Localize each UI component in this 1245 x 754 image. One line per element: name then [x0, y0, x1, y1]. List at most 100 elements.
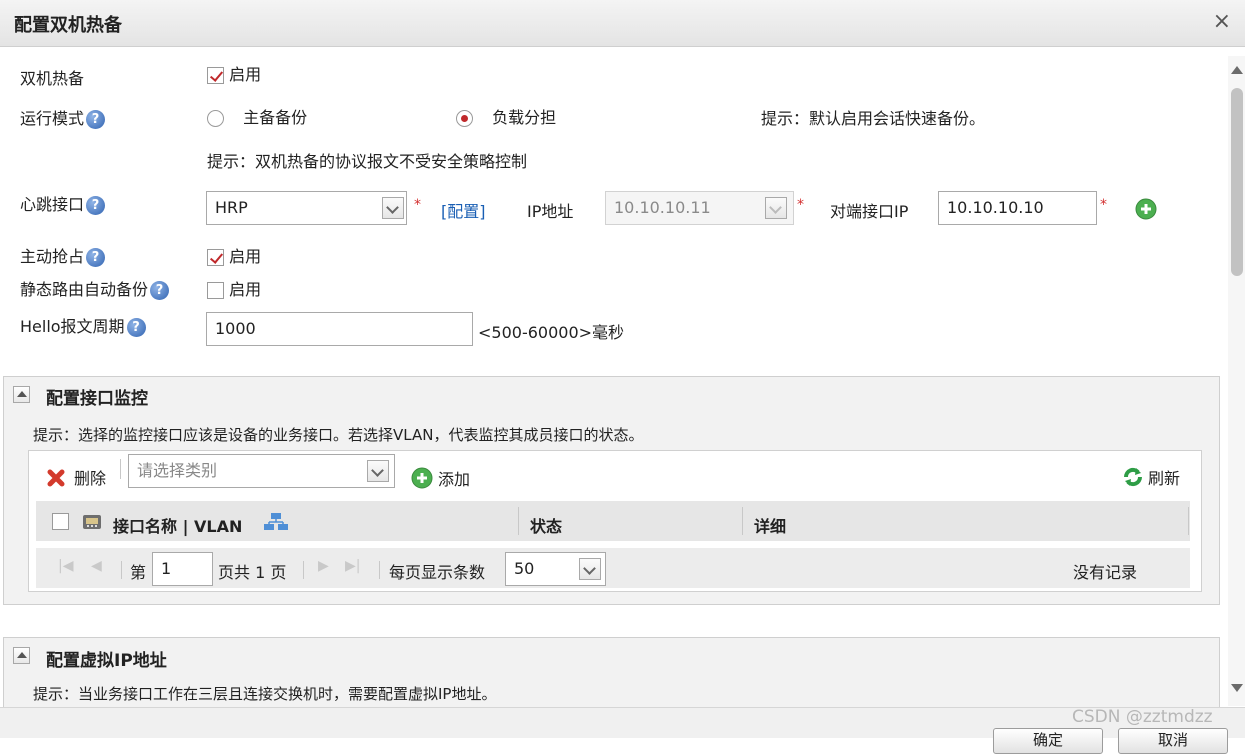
category-select[interactable]: 请选择类别: [128, 454, 395, 488]
refresh-button[interactable]: 刷新: [1148, 465, 1180, 489]
hello-period-input[interactable]: 1000: [206, 312, 473, 346]
column-divider: [518, 507, 519, 535]
delete-button[interactable]: 删除: [74, 465, 106, 489]
hot-standby-label: 双机热备: [20, 69, 85, 88]
interface-monitor-title: 配置接口监控: [46, 389, 148, 409]
static-route-backup-label-text: 静态路由自动备份: [20, 280, 149, 299]
pager-divider: [379, 561, 380, 579]
hello-period-range: <500-60000>毫秒: [478, 323, 625, 342]
static-route-backup-option-label: 启用: [229, 280, 262, 299]
radio-active-standby[interactable]: [207, 110, 224, 127]
ip-address-value: 10.10.10.11: [614, 198, 711, 217]
last-page-icon[interactable]: ▶|: [345, 558, 360, 574]
virtual-ip-title: 配置虚拟IP地址: [46, 651, 167, 671]
scroll-up-icon[interactable]: [1231, 66, 1243, 74]
preempt-label: 主动抢占?: [20, 243, 106, 267]
pager-divider: [303, 561, 304, 579]
add-circle-icon[interactable]: [1135, 198, 1157, 220]
hot-standby-option[interactable]: 启用: [207, 61, 261, 85]
column-status[interactable]: 状态: [530, 513, 562, 537]
scroll-down-icon[interactable]: [1231, 684, 1243, 692]
help-icon[interactable]: ?: [150, 281, 170, 300]
dialog-footer: 确定 取消: [0, 707, 1245, 754]
help-icon[interactable]: ?: [86, 196, 106, 215]
ok-button[interactable]: 确定: [993, 728, 1103, 754]
run-mode-hint: 提示：默认启用会话快速备份。: [761, 109, 986, 128]
next-page-icon[interactable]: ▶: [318, 558, 329, 574]
run-mode-option-active-standby[interactable]: 主备备份: [207, 104, 307, 128]
cancel-button[interactable]: 取消: [1118, 728, 1228, 754]
heartbeat-interface-value: HRP: [215, 198, 248, 217]
hello-period-label: Hello报文周期?: [20, 313, 146, 337]
peer-ip-input[interactable]: 10.10.10.10: [938, 191, 1097, 225]
chevron-down-icon[interactable]: [382, 197, 404, 219]
hot-standby-checkbox[interactable]: [207, 67, 224, 84]
select-all-checkbox[interactable]: [52, 513, 69, 530]
radio-load-sharing-label: 负载分担: [492, 108, 557, 127]
scrollbar-thumb[interactable]: [1231, 88, 1243, 276]
collapse-icon[interactable]: [13, 647, 30, 664]
dialog-titlebar: 配置双机热备 ×: [0, 0, 1245, 47]
required-mark: *: [797, 197, 804, 213]
hello-period-value: 1000: [215, 319, 256, 338]
heartbeat-label: 心跳接口?: [20, 191, 106, 215]
run-mode-option-load-sharing[interactable]: 负载分担: [456, 104, 556, 128]
close-icon[interactable]: ×: [1213, 9, 1231, 34]
per-page-value: 50: [514, 559, 535, 578]
required-mark: *: [414, 197, 421, 213]
required-mark: *: [1100, 197, 1107, 213]
first-page-icon[interactable]: |◀: [58, 558, 73, 574]
interface-monitor-hint: 提示：选择的监控接口应该是设备的业务接口。若选择VLAN，代表监控其成员接口的状…: [33, 426, 644, 444]
help-icon[interactable]: ?: [86, 248, 106, 267]
virtual-ip-hint: 提示：当业务接口工作在三层且连接交换机时，需要配置虚拟IP地址。: [33, 685, 497, 703]
add-button[interactable]: 添加: [438, 466, 470, 490]
page-number-input[interactable]: 1: [152, 552, 213, 586]
pager-divider: [121, 561, 122, 579]
help-icon[interactable]: ?: [86, 110, 106, 129]
delete-icon[interactable]: [46, 468, 66, 488]
column-interface-name[interactable]: 接口名称 | VLAN: [113, 513, 242, 537]
per-page-label: 每页显示条数: [389, 563, 486, 582]
add-circle-icon[interactable]: [411, 467, 433, 489]
radio-load-sharing[interactable]: [456, 110, 473, 127]
peer-ip-value: 10.10.10.10: [947, 198, 1044, 217]
preempt-option-label: 启用: [229, 247, 262, 266]
page-prefix: 第: [130, 563, 147, 582]
page-number-value: 1: [161, 559, 172, 578]
chevron-down-icon[interactable]: [579, 558, 601, 580]
column-divider: [1188, 507, 1189, 535]
preempt-label-text: 主动抢占: [20, 247, 85, 266]
category-placeholder: 请选择类别: [137, 461, 218, 480]
heartbeat-config-link[interactable]: [配置]: [441, 198, 486, 222]
heartbeat-label-text: 心跳接口: [20, 195, 85, 214]
chevron-down-icon[interactable]: [765, 197, 787, 219]
prev-page-icon[interactable]: ◀: [91, 558, 102, 574]
static-route-backup-label: 静态路由自动备份?: [20, 276, 170, 300]
toolbar-divider: [120, 459, 121, 479]
hello-period-label-text: Hello报文周期: [20, 317, 125, 336]
preempt-option[interactable]: 启用: [207, 243, 261, 267]
collapse-icon[interactable]: [13, 386, 30, 403]
column-divider: [742, 507, 743, 535]
chevron-down-icon[interactable]: [367, 460, 389, 482]
ip-address-label: IP地址: [527, 202, 574, 221]
run-mode-label: 运行模式?: [20, 105, 106, 129]
heartbeat-interface-select[interactable]: HRP: [206, 191, 407, 225]
empty-records-text: 没有记录: [1073, 563, 1138, 582]
radio-active-standby-label: 主备备份: [243, 108, 308, 127]
policy-hint: 提示：双机热备的协议报文不受安全策略控制: [207, 152, 528, 171]
help-icon[interactable]: ?: [126, 318, 146, 337]
dialog-title: 配置双机热备: [14, 15, 122, 36]
static-route-backup-option[interactable]: 启用: [207, 276, 261, 300]
interface-icon: [83, 515, 101, 529]
vlan-network-icon: [264, 513, 288, 530]
hot-standby-option-label: 启用: [229, 65, 262, 84]
watermark: CSDN @zztmdzz: [1072, 707, 1213, 727]
run-mode-label-text: 运行模式: [20, 109, 85, 128]
column-detail[interactable]: 详细: [754, 513, 786, 537]
static-route-backup-checkbox[interactable]: [207, 282, 224, 299]
dialog-content: 双机热备 启用 运行模式? 主备备份 负载分担 提示：默认启用会话快速备份。 提…: [0, 47, 1228, 707]
refresh-icon[interactable]: [1122, 466, 1144, 488]
peer-ip-label: 对端接口IP: [830, 202, 909, 221]
preempt-checkbox[interactable]: [207, 249, 224, 266]
